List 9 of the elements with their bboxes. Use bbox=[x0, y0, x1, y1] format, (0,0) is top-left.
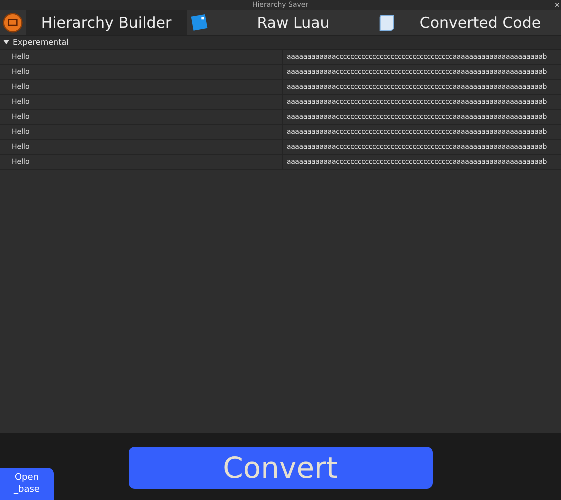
luau-icon bbox=[190, 12, 210, 32]
tab[interactable]: Hierarchy Builder bbox=[26, 10, 187, 35]
badge-icon bbox=[3, 12, 23, 32]
open-base-button[interactable]: Open _base bbox=[0, 468, 54, 500]
close-button[interactable]: × bbox=[554, 0, 560, 10]
scroll-icon bbox=[377, 12, 397, 32]
convert-button[interactable]: Convert bbox=[128, 447, 432, 489]
caret-icon bbox=[3, 39, 10, 46]
section-header[interactable]: Experemental bbox=[0, 36, 561, 50]
